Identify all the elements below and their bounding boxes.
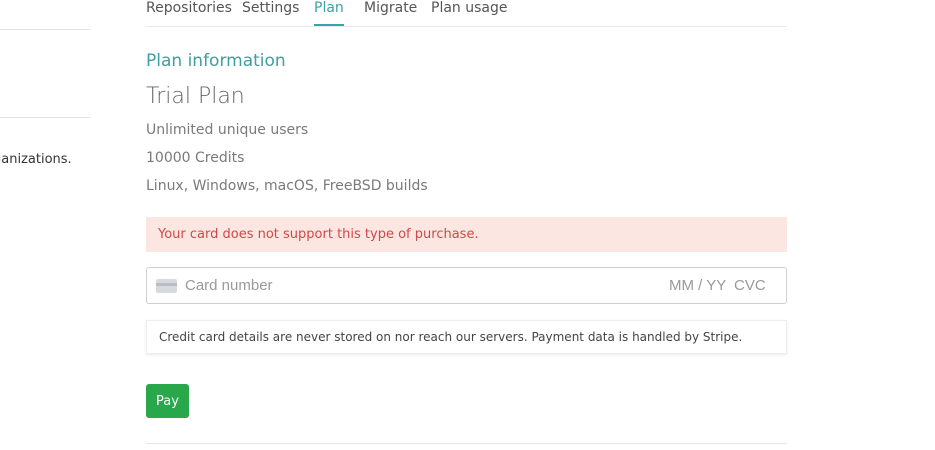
sidebar-divider	[0, 117, 91, 118]
card-input[interactable]: Card number MM / YY CVC	[146, 267, 787, 304]
page: ganizations. Repositories Settings Plan …	[0, 0, 935, 450]
error-alert: Your card does not support this type of …	[146, 217, 787, 252]
section-divider	[146, 443, 787, 444]
sidebar-divider	[0, 29, 91, 30]
card-cvc-field[interactable]: CVC	[734, 268, 766, 303]
error-message: Your card does not support this type of …	[158, 227, 479, 242]
payment-info-text: Credit card details are never stored on …	[159, 330, 743, 344]
plan-feature: 10000 Credits	[146, 150, 245, 166]
tab-migrate[interactable]: Migrate	[364, 0, 417, 25]
tab-plan[interactable]: Plan	[314, 0, 344, 26]
plan-name: Trial Plan	[146, 84, 245, 109]
tab-repositories[interactable]: Repositories	[146, 0, 232, 25]
tab-plan-usage[interactable]: Plan usage	[431, 0, 507, 25]
sidebar-description: ganizations.	[0, 152, 72, 167]
section-title: Plan information	[146, 51, 286, 71]
pay-button[interactable]: Pay	[146, 384, 189, 418]
card-expiry-field[interactable]: MM / YY	[669, 268, 726, 303]
payment-info-notice: Credit card details are never stored on …	[146, 320, 787, 354]
card-number-field[interactable]: Card number	[185, 268, 273, 303]
plan-feature: Unlimited unique users	[146, 122, 309, 138]
plan-feature: Linux, Windows, macOS, FreeBSD builds	[146, 178, 428, 194]
tab-bar: Repositories Settings Plan Migrate Plan …	[146, 0, 787, 27]
tab-settings[interactable]: Settings	[242, 0, 299, 25]
credit-card-icon	[156, 279, 177, 293]
